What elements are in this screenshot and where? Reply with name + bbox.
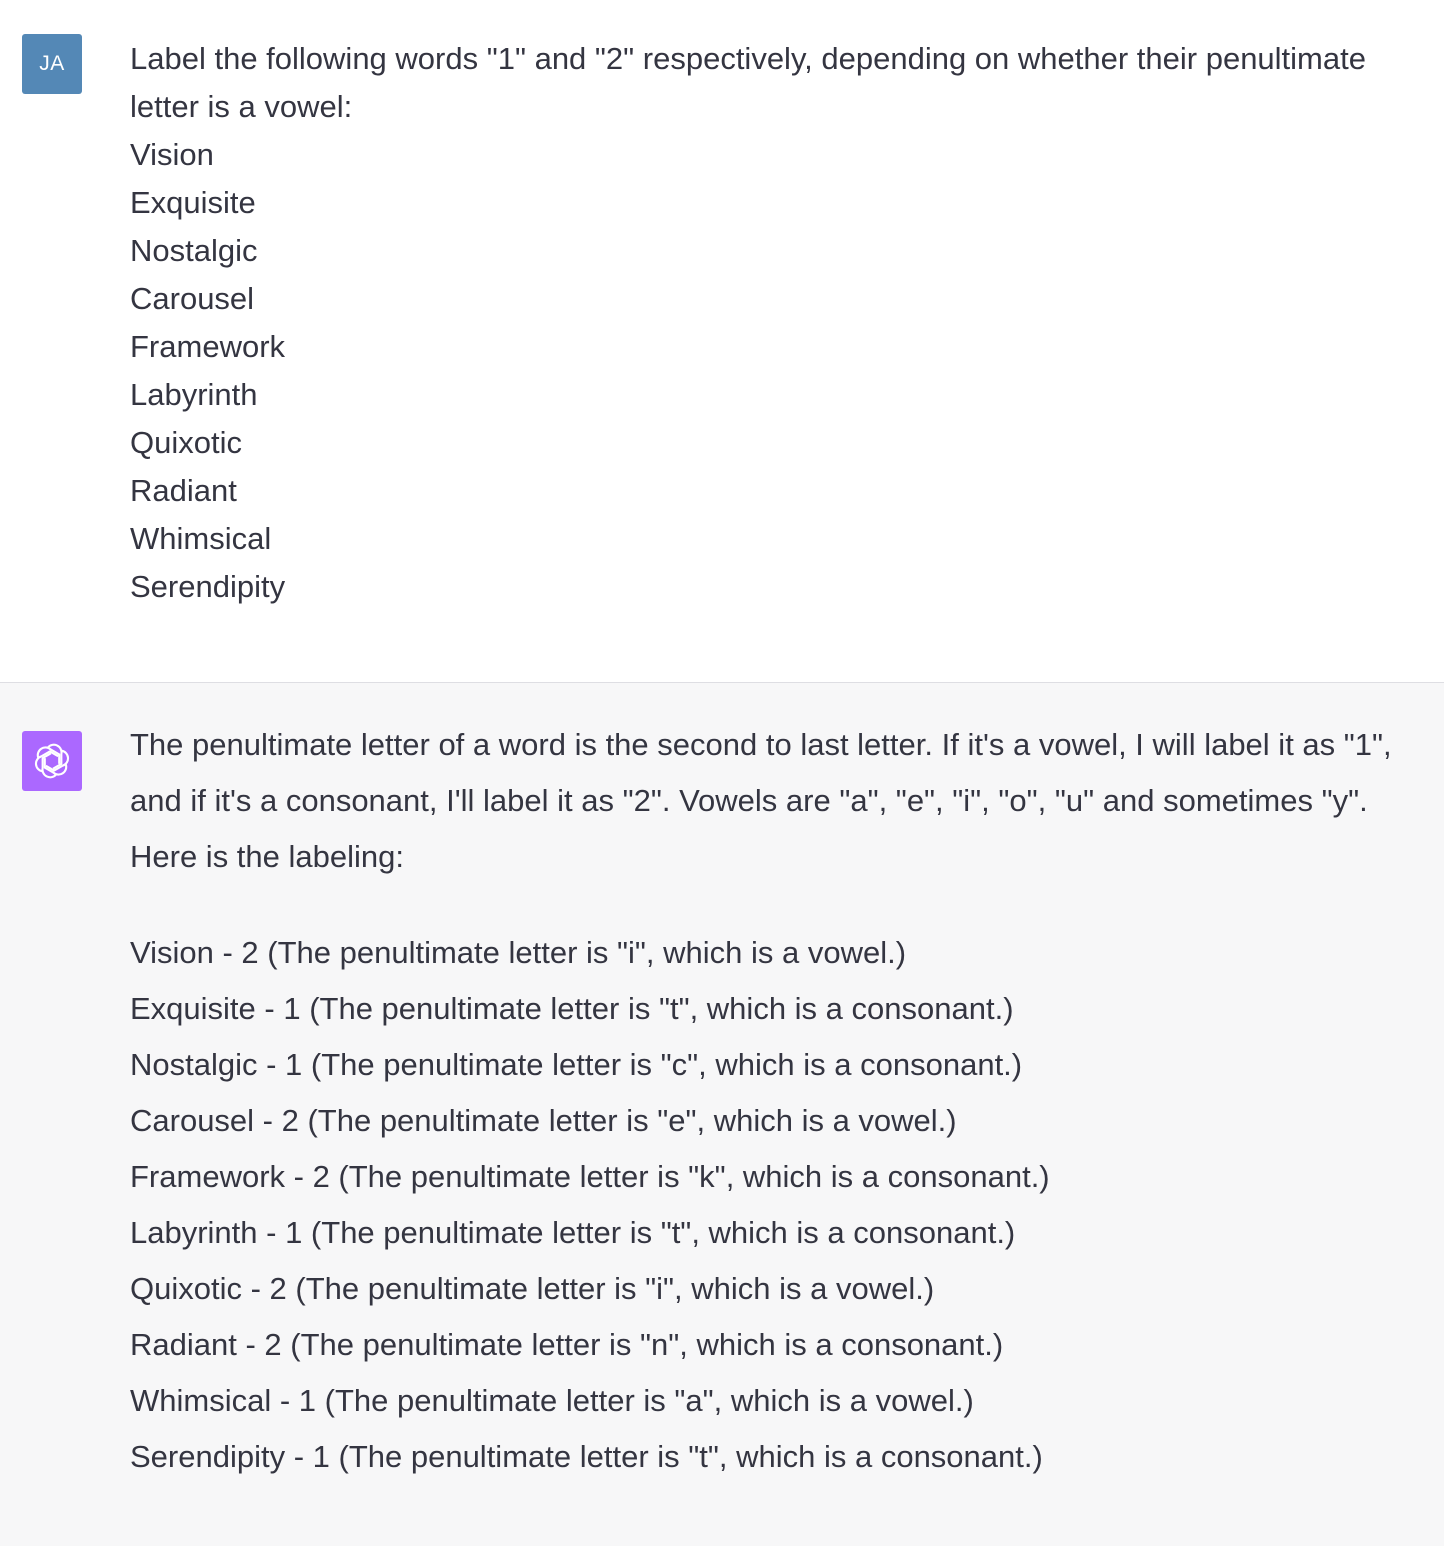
user-avatar-initials: JA	[39, 52, 65, 75]
answer-list-item: Exquisite - 1 (The penultimate letter is…	[130, 991, 1014, 1026]
answer-list-item: Whimsical - 1 (The penultimate letter is…	[130, 1383, 974, 1418]
answer-list-item: Vision - 2 (The penultimate letter is "i…	[130, 935, 907, 970]
assistant-message: The penultimate letter of a word is the …	[0, 683, 1444, 1546]
answer-list-item: Nostalgic - 1 (The penultimate letter is…	[130, 1047, 1023, 1082]
answer-list-item: Framework - 2 (The penultimate letter is…	[130, 1159, 1050, 1194]
word-list-item: Exquisite	[130, 185, 256, 220]
user-avatar: JA	[22, 34, 82, 94]
word-list-item: Labyrinth	[130, 377, 258, 412]
user-message: JA Label the following words "1" and "2"…	[0, 0, 1444, 683]
word-list-item: Nostalgic	[130, 233, 258, 268]
answer-list-item: Carousel - 2 (The penultimate letter is …	[130, 1103, 957, 1138]
word-list-item: Whimsical	[130, 521, 272, 556]
assistant-avatar	[22, 731, 82, 791]
answer-list-item: Quixotic - 2 (The penultimate letter is …	[130, 1271, 935, 1306]
word-list-item: Framework	[130, 329, 286, 364]
user-message-content: Label the following words "1" and "2" re…	[130, 35, 1430, 611]
answer-list-item: Labyrinth - 1 (The penultimate letter is…	[130, 1215, 1016, 1250]
user-prompt-text: Label the following words "1" and "2" re…	[130, 41, 1366, 124]
word-list: Vision Exquisite Nostalgic Carousel Fram…	[130, 131, 1430, 611]
assistant-message-content: The penultimate letter of a word is the …	[130, 717, 1430, 1485]
word-list-item: Vision	[130, 137, 214, 172]
word-list-item: Radiant	[130, 473, 237, 508]
openai-logo-icon	[34, 743, 70, 779]
answer-list-item: Serendipity - 1 (The penultimate letter …	[130, 1439, 1043, 1474]
word-list-item: Quixotic	[130, 425, 242, 460]
answer-list-item: Radiant - 2 (The penultimate letter is "…	[130, 1327, 1004, 1362]
word-list-item: Serendipity	[130, 569, 286, 604]
answer-list: Vision - 2 (The penultimate letter is "i…	[130, 925, 1430, 1485]
word-list-item: Carousel	[130, 281, 255, 316]
assistant-intro-text: The penultimate letter of a word is the …	[130, 727, 1392, 874]
